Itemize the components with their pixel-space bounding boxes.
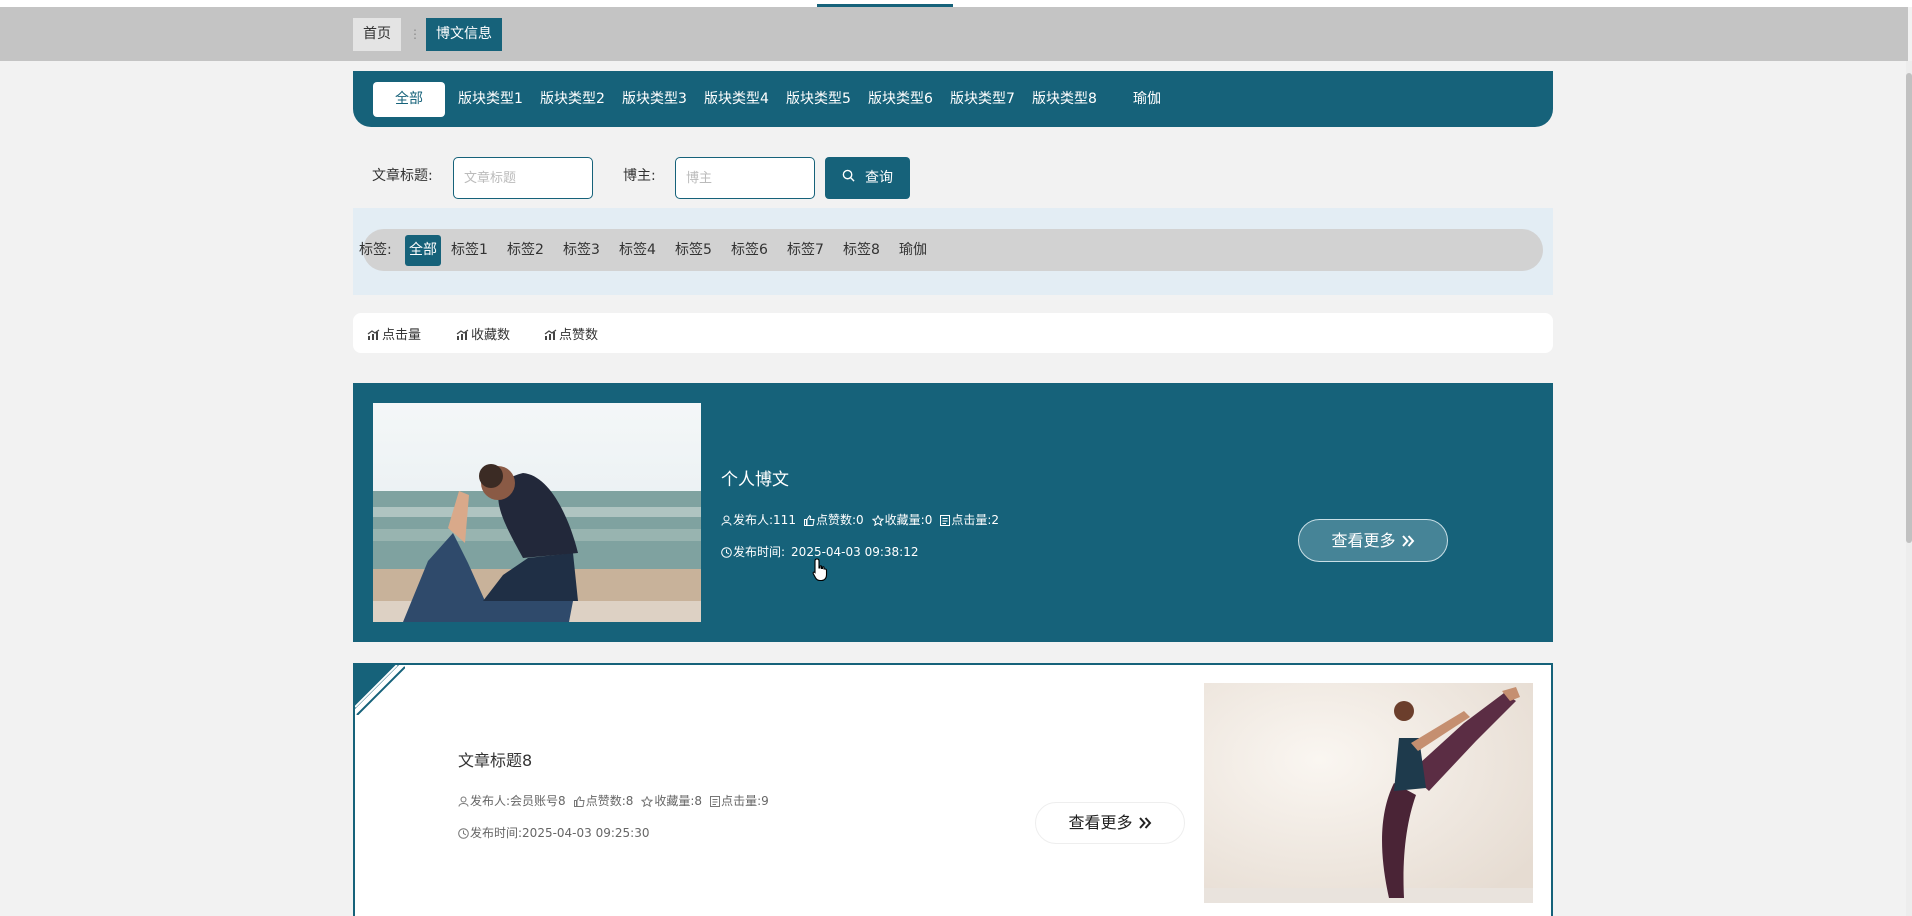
user-icon (721, 515, 732, 526)
favorites-label: 收藏量: (654, 794, 695, 808)
breadcrumb-separator: ⋮ (409, 27, 421, 41)
likes-value: 8 (625, 794, 634, 808)
search-button-label: 查询 (865, 170, 893, 186)
publisher-value: 会员账号8 (510, 794, 566, 808)
sort-by-clicks-label: 点击量 (382, 328, 422, 343)
category-nav: 全部 版块类型1 版块类型2 版块类型3 版块类型4 版块类型5 版块类型6 版… (353, 71, 1553, 127)
tag-item-1[interactable]: 标签1 (447, 235, 492, 266)
breadcrumb: 首页 ⋮ 博文信息 (0, 7, 1908, 61)
publisher-label: 发布人: (733, 513, 774, 527)
favorites-label: 收藏量: (884, 513, 925, 527)
tag-item-6[interactable]: 标签6 (727, 235, 772, 266)
tag-item-3[interactable]: 标签3 (559, 235, 604, 266)
tag-item-5[interactable]: 标签5 (671, 235, 716, 266)
post-meta: 发布人:会员账号8 点赞数:8 收藏量:8 点击量:9 (458, 792, 769, 809)
tag-bar: 标签: 全部 标签1 标签2 标签3 标签4 标签5 标签6 标签7 标签8 瑜… (359, 229, 1543, 271)
likes-label: 点赞数: (815, 513, 856, 527)
category-item-3[interactable]: 版块类型3 (622, 82, 687, 117)
clicks-value: 2 (991, 513, 1000, 527)
category-item-all[interactable]: 全部 (373, 82, 445, 117)
tag-item-7[interactable]: 标签7 (783, 235, 828, 266)
view-more-label: 查看更多 (1331, 531, 1396, 550)
page-scrollbar[interactable] (1906, 61, 1912, 916)
post-card: 个人博文 发布人:111 点赞数:0 收藏量:0 点击量:2 发布时间: 2025-04… (353, 383, 1553, 642)
post-image[interactable] (1204, 683, 1533, 903)
tag-item-2[interactable]: 标签2 (503, 235, 548, 266)
favorites-value: 8 (694, 794, 703, 808)
document-icon (940, 515, 951, 526)
scrollbar-thumb[interactable] (1906, 73, 1912, 543)
star-icon (871, 514, 884, 527)
clock-icon (721, 547, 732, 558)
thumbs-up-icon (803, 515, 815, 526)
clicks-label: 点击量: (721, 794, 762, 808)
post-image[interactable] (373, 403, 701, 622)
search-icon (842, 157, 855, 199)
post-meta: 发布人:111 点赞数:0 收藏量:0 点击量:2 (721, 511, 999, 528)
category-item-yoga[interactable]: 瑜伽 (1133, 82, 1161, 117)
post-title[interactable]: 文章标题8 (458, 747, 532, 771)
thumbs-up-icon (573, 796, 585, 807)
category-item-8[interactable]: 版块类型8 (1032, 82, 1097, 117)
double-chevron-right-icon (1401, 535, 1414, 547)
clicks-label: 点击量: (951, 513, 992, 527)
category-item-5[interactable]: 版块类型5 (786, 82, 851, 117)
category-item-6[interactable]: 版块类型6 (868, 82, 933, 117)
time-label: 发布时间: (733, 545, 786, 559)
double-chevron-right-icon (1138, 817, 1151, 829)
author-search-input[interactable] (675, 157, 815, 199)
page-load-indicator (0, 0, 1912, 7)
sort-by-likes[interactable]: 点赞数 (544, 324, 598, 343)
view-more-button[interactable]: 查看更多 (1298, 519, 1448, 562)
sort-by-likes-label: 点赞数 (559, 328, 599, 343)
clicks-value: 9 (761, 794, 769, 808)
clock-icon (458, 828, 469, 839)
sort-by-favorites-label: 收藏数 (471, 328, 511, 343)
tag-item-yoga[interactable]: 瑜伽 (895, 235, 931, 266)
sort-by-favorites[interactable]: 收藏数 (456, 324, 510, 343)
favorites-value: 0 (924, 513, 933, 527)
author-search-label: 博主: (623, 168, 656, 184)
tag-filter-label: 标签: (359, 242, 392, 258)
sort-bar: 点击量 收藏数 点赞数 (353, 313, 1553, 353)
publisher-value: 111 (773, 513, 796, 527)
tag-item-4[interactable]: 标签4 (615, 235, 660, 266)
title-search-label: 文章标题: (372, 168, 433, 184)
breadcrumb-current[interactable]: 博文信息 (426, 18, 502, 51)
sort-by-clicks[interactable]: 点击量 (367, 324, 421, 343)
search-button[interactable]: 查询 (825, 157, 910, 199)
category-item-7[interactable]: 版块类型7 (950, 82, 1015, 117)
chart-icon (367, 329, 380, 340)
category-item-1[interactable]: 版块类型1 (458, 82, 523, 117)
chart-icon (456, 329, 469, 340)
post-time: 发布时间:2025-04-03 09:25:30 (458, 824, 650, 841)
title-search-input[interactable] (453, 157, 593, 199)
user-icon (458, 796, 469, 807)
time-value: 2025-04-03 09:25:30 (522, 826, 650, 840)
chart-icon (544, 329, 557, 340)
post-card: 文章标题8 发布人:会员账号8 点赞数:8 收藏量:8 点击量:9 发布时间:2025… (353, 663, 1553, 916)
corner-decoration (355, 665, 405, 715)
likes-label: 点赞数: (585, 794, 626, 808)
view-more-label: 查看更多 (1068, 813, 1133, 832)
star-icon (641, 795, 654, 808)
tag-filter-panel: 标签: 全部 标签1 标签2 标签3 标签4 标签5 标签6 标签7 标签8 瑜… (353, 208, 1553, 295)
pointer-cursor-icon (812, 558, 828, 582)
document-icon (710, 796, 721, 807)
post-title[interactable]: 个人博文 (721, 465, 789, 490)
publisher-label: 发布人: (470, 794, 511, 808)
tag-item-all[interactable]: 全部 (405, 235, 441, 266)
category-item-2[interactable]: 版块类型2 (540, 82, 605, 117)
time-value: 2025-04-03 09:38:12 (791, 545, 919, 559)
time-label: 发布时间: (470, 826, 523, 840)
tag-item-8[interactable]: 标签8 (839, 235, 884, 266)
view-more-button[interactable]: 查看更多 (1035, 802, 1185, 844)
category-item-4[interactable]: 版块类型4 (704, 82, 769, 117)
breadcrumb-home[interactable]: 首页 (353, 18, 401, 51)
likes-value: 0 (856, 513, 864, 527)
